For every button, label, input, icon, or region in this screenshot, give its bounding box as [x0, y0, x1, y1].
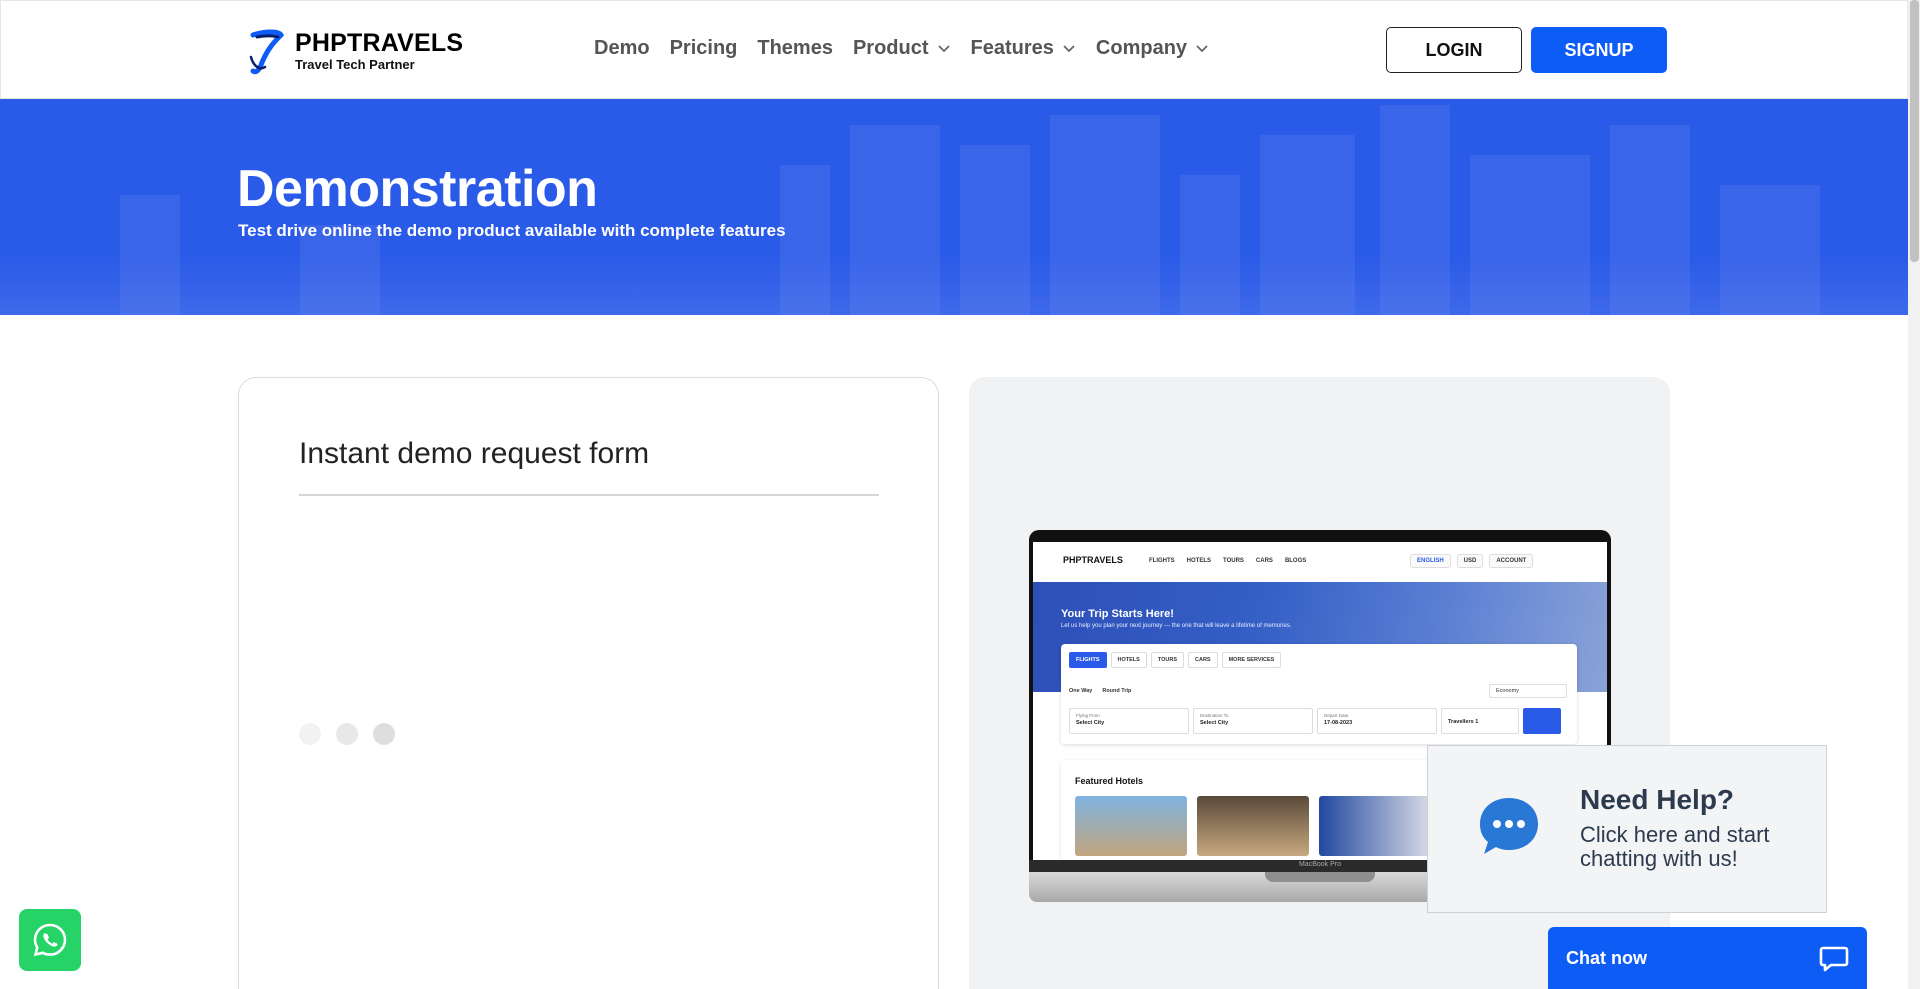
demo-request-card: Instant demo request form	[238, 377, 939, 989]
mini-field-value: Travellers 1	[1448, 719, 1479, 725]
nav-product-label: Product	[852, 37, 929, 59]
mini-tab-more: MORE SERVICES	[1221, 652, 1282, 668]
nav-themes[interactable]: Themes	[757, 37, 833, 60]
nav-pricing-label: Pricing	[669, 37, 738, 59]
nav-company[interactable]: Company	[1096, 37, 1209, 60]
nav-features-label: Features	[970, 37, 1054, 59]
nav-pricing[interactable]: Pricing	[670, 37, 738, 60]
brand-name: PHPTRAVELS	[295, 28, 464, 57]
chevron-down-icon	[937, 44, 950, 52]
mini-field-value: 17-08-2023	[1324, 720, 1353, 726]
mini-hotel-image	[1075, 796, 1187, 856]
login-button[interactable]: LOGIN	[1386, 27, 1522, 73]
mini-nav-tours: TOURS	[1223, 558, 1244, 564]
form-divider	[299, 494, 879, 496]
mini-fields: Flying From Select City Destination To S…	[1069, 708, 1561, 734]
mini-field-value: Select City	[1076, 720, 1105, 726]
mini-tab-tours: TOURS	[1150, 652, 1184, 668]
whatsapp-button[interactable]	[19, 909, 81, 971]
mini-field-label: Depart Date	[1324, 713, 1349, 718]
nav-demo[interactable]: Demo	[594, 37, 650, 60]
mini-nav-flights: FLIGHTS	[1149, 558, 1175, 564]
mini-field-label: Destination To	[1200, 713, 1229, 718]
loading-dot	[299, 723, 321, 745]
speech-bubble-icon	[1480, 798, 1538, 854]
laptop-notch	[1265, 872, 1375, 882]
mini-nav-links: FLIGHTS HOTELS TOURS CARS BLOGS	[1149, 558, 1318, 564]
help-title: Need Help?	[1580, 784, 1735, 815]
whatsapp-icon	[33, 923, 67, 957]
mini-hotel-list	[1075, 796, 1441, 856]
form-title: Instant demo request form	[299, 437, 650, 470]
loading-indicator	[299, 723, 410, 745]
mini-hotel-image	[1197, 796, 1309, 856]
help-subtitle: Click here and start chatting with us!	[1580, 823, 1770, 871]
mini-field-from: Flying From Select City	[1069, 708, 1189, 734]
mini-tab-flights: FLIGHTS	[1069, 652, 1107, 668]
main-nav: Demo Pricing Themes Product Features Com…	[594, 37, 1229, 60]
mini-trip-type: One Way Round Trip	[1069, 688, 1141, 694]
loading-dot	[373, 723, 395, 745]
hero-reflection	[0, 255, 1908, 315]
site-header: PHPTRAVELS Travel Tech Partner Demo Pric…	[0, 0, 1908, 99]
nav-themes-label: Themes	[757, 37, 833, 59]
mini-nav-hotels: HOTELS	[1186, 558, 1212, 564]
page-scrollbar-thumb[interactable]	[1910, 0, 1919, 262]
mini-hero-subtitle: Let us help you plan your next journey —…	[1061, 623, 1292, 629]
mini-featured-title: Featured Hotels	[1075, 776, 1144, 786]
mini-tab-cars: CARS	[1188, 652, 1218, 668]
mini-field-to: Destination To Select City	[1193, 708, 1313, 734]
nav-features[interactable]: Features	[971, 37, 1076, 60]
help-line-1: Click here and start	[1580, 822, 1770, 847]
brand-logo[interactable]: PHPTRAVELS Travel Tech Partner	[245, 27, 463, 75]
nav-demo-label: Demo	[594, 37, 650, 59]
mini-currency: USD	[1456, 554, 1484, 568]
mini-round-trip: Round Trip	[1102, 688, 1132, 694]
loading-dot	[336, 723, 358, 745]
mini-nav-blogs: BLOGS	[1284, 558, 1307, 564]
mini-language: ENGLISH	[1410, 554, 1451, 568]
chat-bubble-icon	[1819, 946, 1849, 972]
page-title: Demonstration	[237, 160, 598, 218]
mini-cabin-class: Economy	[1489, 684, 1567, 698]
page-subtitle: Test drive online the demo product avail…	[238, 221, 786, 240]
nav-product[interactable]: Product	[853, 37, 951, 60]
mini-nav-cars: CARS	[1255, 558, 1273, 564]
mini-field-value: Select City	[1200, 720, 1229, 726]
brand-tagline: Travel Tech Partner	[295, 56, 415, 72]
help-line-2: chatting with us!	[1580, 846, 1738, 871]
mini-tabs: FLIGHTS HOTELS TOURS CARS MORE SERVICES	[1069, 652, 1285, 668]
chat-label: Chat now	[1566, 948, 1647, 968]
mini-nav-right: ENGLISH USD ACCOUNT	[1410, 554, 1539, 568]
mini-search-box: FLIGHTS HOTELS TOURS CARS MORE SERVICES …	[1061, 644, 1577, 744]
mini-search-button	[1523, 708, 1561, 734]
mini-hotel-image	[1319, 796, 1431, 856]
hero-banner: Demonstration Test drive online the demo…	[0, 99, 1908, 315]
brand-logo-icon	[249, 29, 285, 75]
mini-hero-title: Your Trip Starts Here!	[1061, 608, 1174, 620]
mini-brand: PHPTRAVELS	[1063, 555, 1123, 565]
help-popup[interactable]: Need Help? Click here and start chatting…	[1427, 745, 1827, 913]
nav-company-label: Company	[1095, 37, 1188, 59]
mini-account: ACCOUNT	[1489, 554, 1534, 568]
mini-tab-hotels: HOTELS	[1110, 652, 1147, 668]
mini-field-label: Flying From	[1076, 713, 1100, 718]
mini-one-way: One Way	[1069, 688, 1093, 694]
chevron-down-icon	[1196, 44, 1208, 52]
signup-button[interactable]: SIGNUP	[1531, 27, 1667, 73]
mini-site-nav: PHPTRAVELS FLIGHTS HOTELS TOURS CARS BLO…	[1033, 542, 1607, 582]
chat-now-button[interactable]: Chat now	[1548, 927, 1867, 989]
mini-field-travellers: Travellers 1	[1441, 708, 1519, 734]
mini-field-date: Depart Date 17-08-2023	[1317, 708, 1437, 734]
chevron-down-icon	[1063, 44, 1075, 52]
